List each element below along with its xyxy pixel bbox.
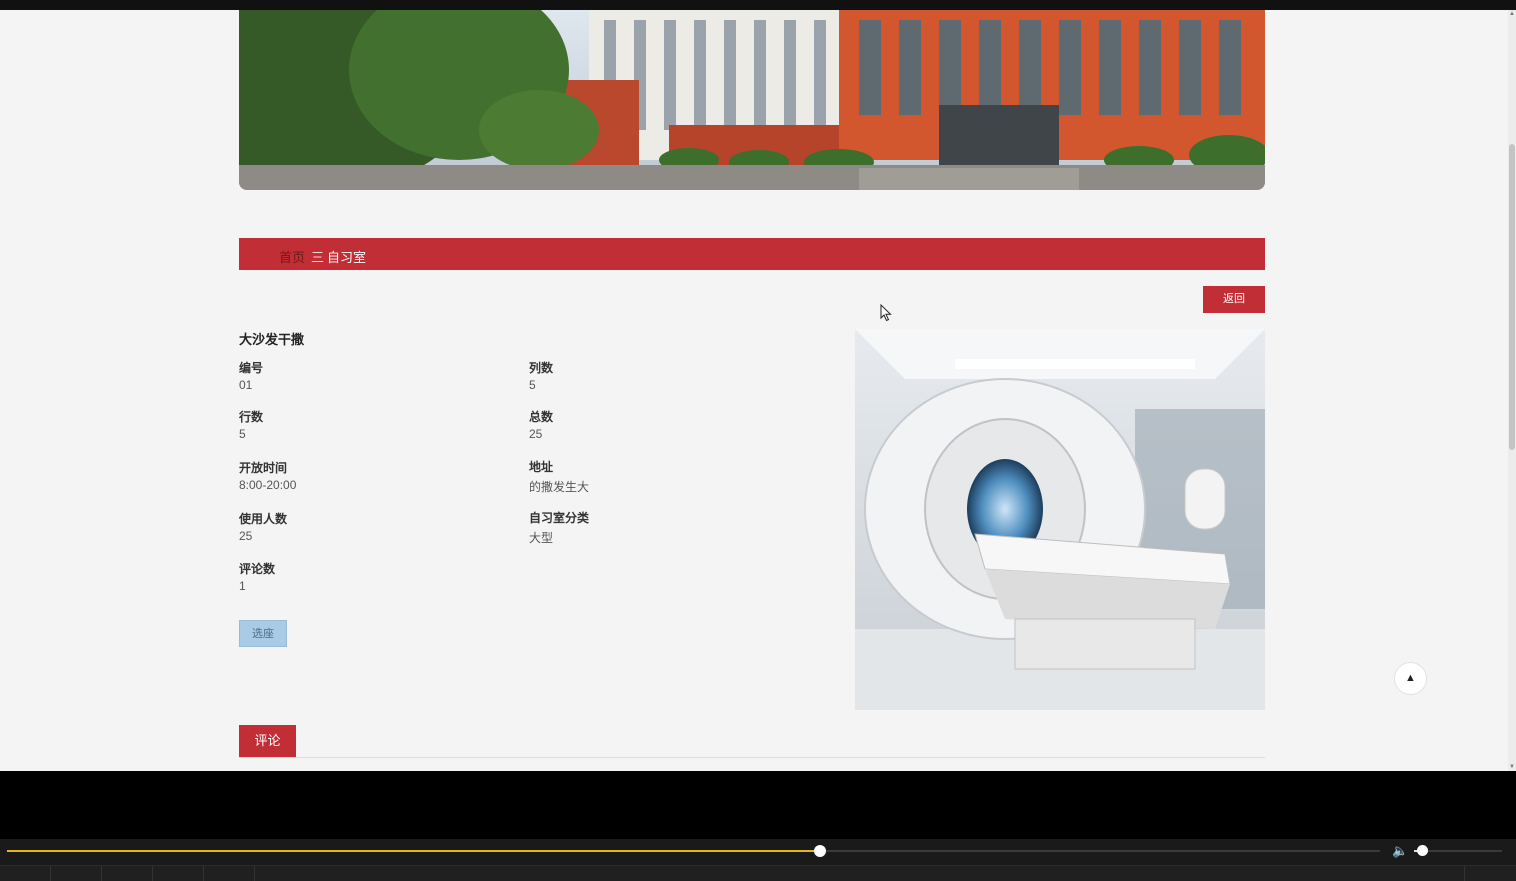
select-seat-button[interactable]: 选座 — [239, 620, 287, 647]
breadcrumb-home-link[interactable]: 首页 — [279, 247, 305, 266]
breadcrumb-separator: 三 — [311, 250, 325, 265]
field-label-address: 地址 — [529, 460, 554, 474]
field-value-open-hours: 8:00-20:00 — [239, 478, 297, 492]
campus-banner-image — [239, 10, 1265, 190]
field-label-columns: 列数 — [529, 361, 554, 375]
breadcrumb: 首页 三 自习室 — [239, 238, 1265, 270]
progress-bar-handle[interactable] — [813, 845, 826, 857]
arrow-up-icon: ▲ — [1405, 672, 1416, 684]
field-value-comment-count: 1 — [239, 579, 246, 593]
field-value-number: 01 — [239, 378, 253, 392]
field-label-users: 使用人数 — [239, 512, 288, 526]
scroll-down-arrow-icon[interactable]: ▼ — [1508, 763, 1516, 771]
progress-bar[interactable] — [7, 845, 1380, 857]
field-label-rows: 行数 — [239, 410, 264, 424]
field-value-users: 25 — [239, 529, 253, 543]
room-name-title: 大沙发干撒 — [239, 332, 305, 347]
volume-slider[interactable] — [1414, 845, 1502, 856]
field-value-total: 25 — [529, 427, 543, 441]
page-viewport: 首页 三 自习室 返回 大沙发干撒 编号 01 列数 5 行数 5 总数 25 … — [0, 10, 1508, 771]
field-label-open-hours: 开放时间 — [239, 461, 288, 475]
field-label-category: 自习室分类 — [529, 511, 590, 525]
progress-bar-fill — [7, 850, 820, 852]
window-top-bar — [0, 0, 1516, 10]
volume-icon[interactable]: 🔈 — [1392, 843, 1408, 859]
taskbar-slot[interactable] — [102, 866, 153, 881]
taskbar-slot[interactable] — [0, 866, 51, 881]
field-value-category: 大型 — [529, 531, 554, 545]
back-to-top-button[interactable]: ▲ — [1394, 662, 1427, 695]
field-label-comment-count: 评论数 — [239, 562, 276, 576]
vertical-scrollbar[interactable]: ▲ ▼ — [1508, 10, 1516, 771]
scrollbar-thumb[interactable] — [1509, 144, 1515, 450]
field-value-rows: 5 — [239, 427, 246, 441]
taskbar — [0, 865, 1516, 881]
field-label-total: 总数 — [529, 410, 554, 424]
divider — [239, 757, 1265, 758]
taskbar-slot[interactable] — [153, 866, 204, 881]
field-label-number: 编号 — [239, 361, 264, 375]
room-photo — [855, 329, 1265, 710]
scroll-up-arrow-icon[interactable]: ▲ — [1508, 10, 1516, 18]
taskbar-slot[interactable] — [51, 866, 102, 881]
back-button[interactable]: 返回 — [1203, 286, 1265, 313]
breadcrumb-current: 自习室 — [327, 250, 367, 265]
taskbar-slot[interactable] — [1464, 866, 1516, 881]
field-value-columns: 5 — [529, 378, 536, 392]
video-player-controls: 🔈 — [0, 839, 1516, 881]
field-value-address: 的撒发生大 — [529, 480, 590, 494]
mouse-cursor-icon — [880, 304, 892, 322]
taskbar-slot[interactable] — [204, 866, 255, 881]
tab-comments[interactable]: 评论 — [239, 725, 296, 757]
volume-slider-handle[interactable] — [1416, 845, 1428, 856]
